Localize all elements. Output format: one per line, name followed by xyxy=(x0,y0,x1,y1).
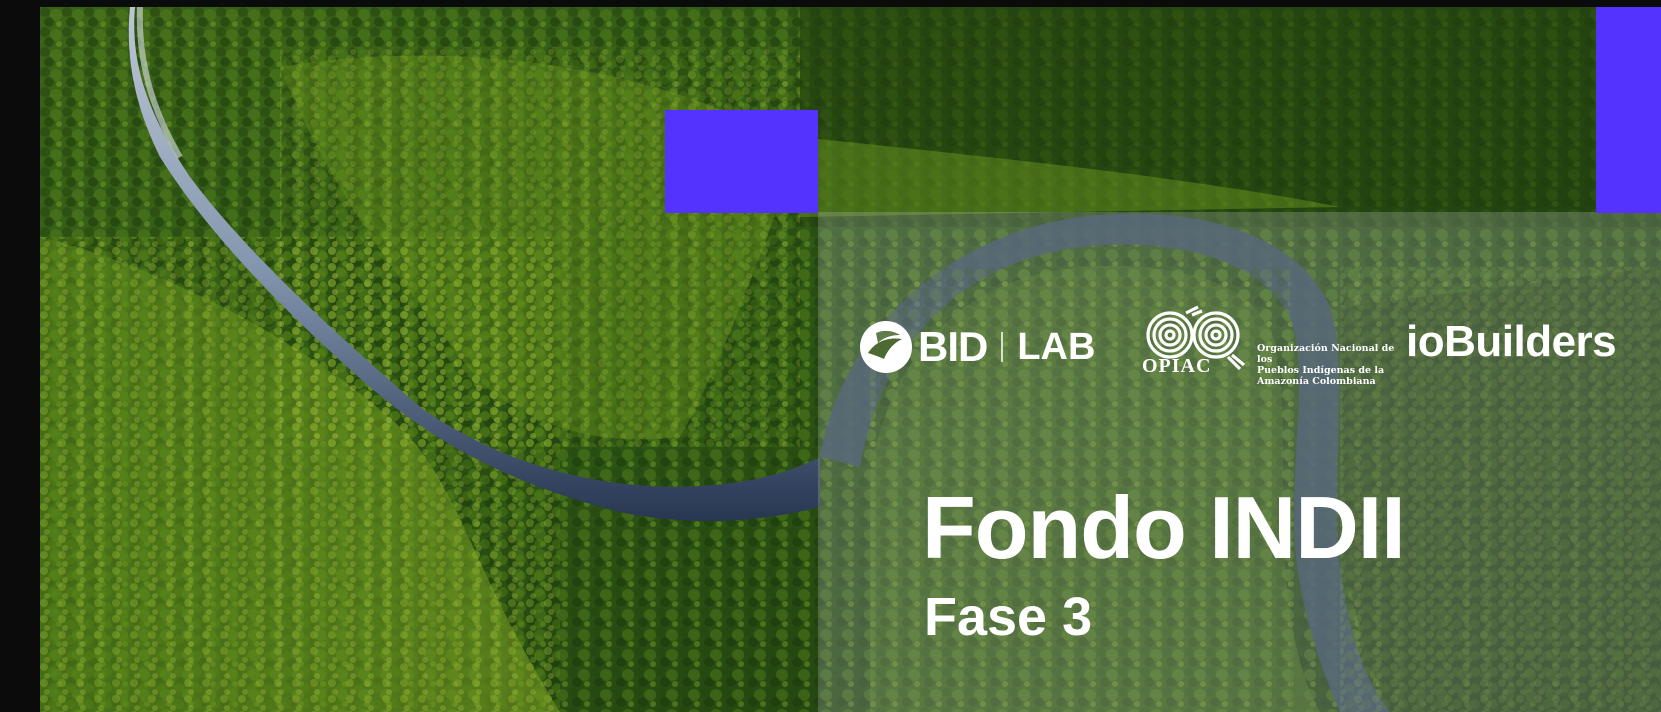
opiac-wordmark: OPIAC xyxy=(1142,355,1212,377)
opiac-description: Organización Nacional de los Pueblos Ind… xyxy=(1257,343,1407,387)
slide-canvas: BID LAB OPIAC Organización Nacional de l… xyxy=(0,0,1661,712)
opiac-desc-line: Amazonía Colombiana xyxy=(1257,376,1376,387)
opiac-desc-line: Pueblos Indígenas de la xyxy=(1257,365,1385,376)
bid-lab-logo: BID LAB xyxy=(858,319,1095,375)
opiac-logo: OPIAC Organización Nacional de los Puebl… xyxy=(1136,305,1436,387)
logo-separator xyxy=(1001,332,1004,362)
accent-bar-right xyxy=(1596,7,1661,213)
iobuilders-logo: ioBuilders xyxy=(1406,317,1617,366)
opiac-desc-line: Organización Nacional de los xyxy=(1257,343,1395,365)
slide-subtitle: Fase 3 xyxy=(924,587,1093,647)
bid-wordmark: BID xyxy=(918,323,988,370)
slide-title: Fondo INDII xyxy=(922,478,1406,577)
bid-leaf-icon xyxy=(860,321,912,373)
partner-logos: BID LAB OPIAC Organización Nacional de l… xyxy=(858,305,1638,387)
accent-square xyxy=(665,110,818,213)
lab-wordmark: LAB xyxy=(1017,325,1096,368)
left-border xyxy=(0,0,40,712)
top-border xyxy=(0,0,1661,7)
